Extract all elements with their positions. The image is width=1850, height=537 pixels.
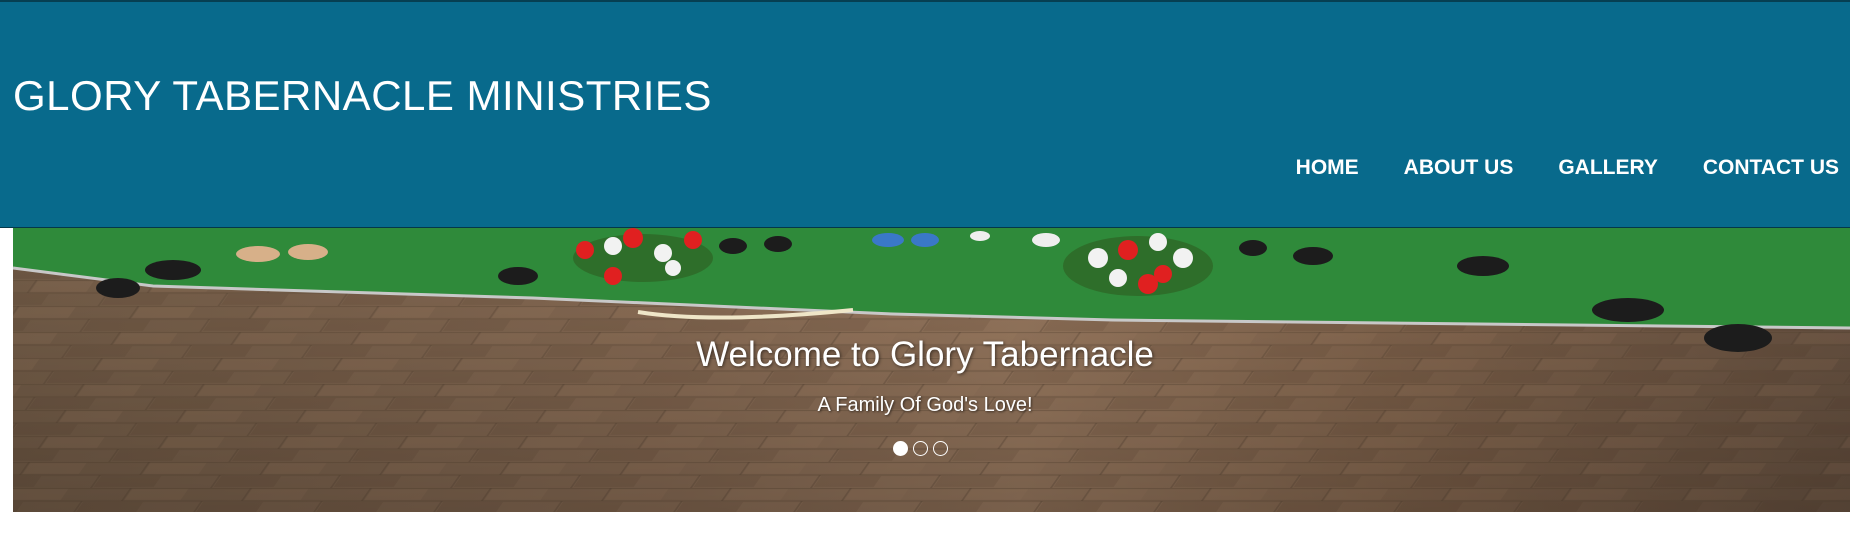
nav-contact-us-link[interactable]: CONTACT US bbox=[1703, 152, 1839, 184]
nav-gallery-link[interactable]: GALLERY bbox=[1558, 152, 1658, 184]
page: GLORY TABERNACLE MINISTRIES HOME ABOUT U… bbox=[0, 0, 1850, 537]
nav-home-link[interactable]: HOME bbox=[1296, 152, 1359, 184]
site-header: GLORY TABERNACLE MINISTRIES HOME ABOUT U… bbox=[0, 0, 1850, 228]
hero-heading: Welcome to Glory Tabernacle bbox=[696, 335, 1154, 374]
hero-subheading: A Family Of God's Love! bbox=[817, 394, 1033, 416]
slide-dot-3[interactable] bbox=[932, 441, 948, 456]
slide-dot-2[interactable] bbox=[912, 441, 928, 456]
site-title[interactable]: GLORY TABERNACLE MINISTRIES bbox=[13, 72, 712, 120]
slider-pagination bbox=[13, 441, 1845, 456]
hero-slider: Welcome to Glory Tabernacle A Family Of … bbox=[13, 228, 1850, 512]
slide-dot-1[interactable] bbox=[892, 441, 908, 456]
main-nav: HOME ABOUT US GALLERY CONTACT US bbox=[1296, 152, 1839, 184]
nav-about-us-link[interactable]: ABOUT US bbox=[1404, 152, 1514, 184]
